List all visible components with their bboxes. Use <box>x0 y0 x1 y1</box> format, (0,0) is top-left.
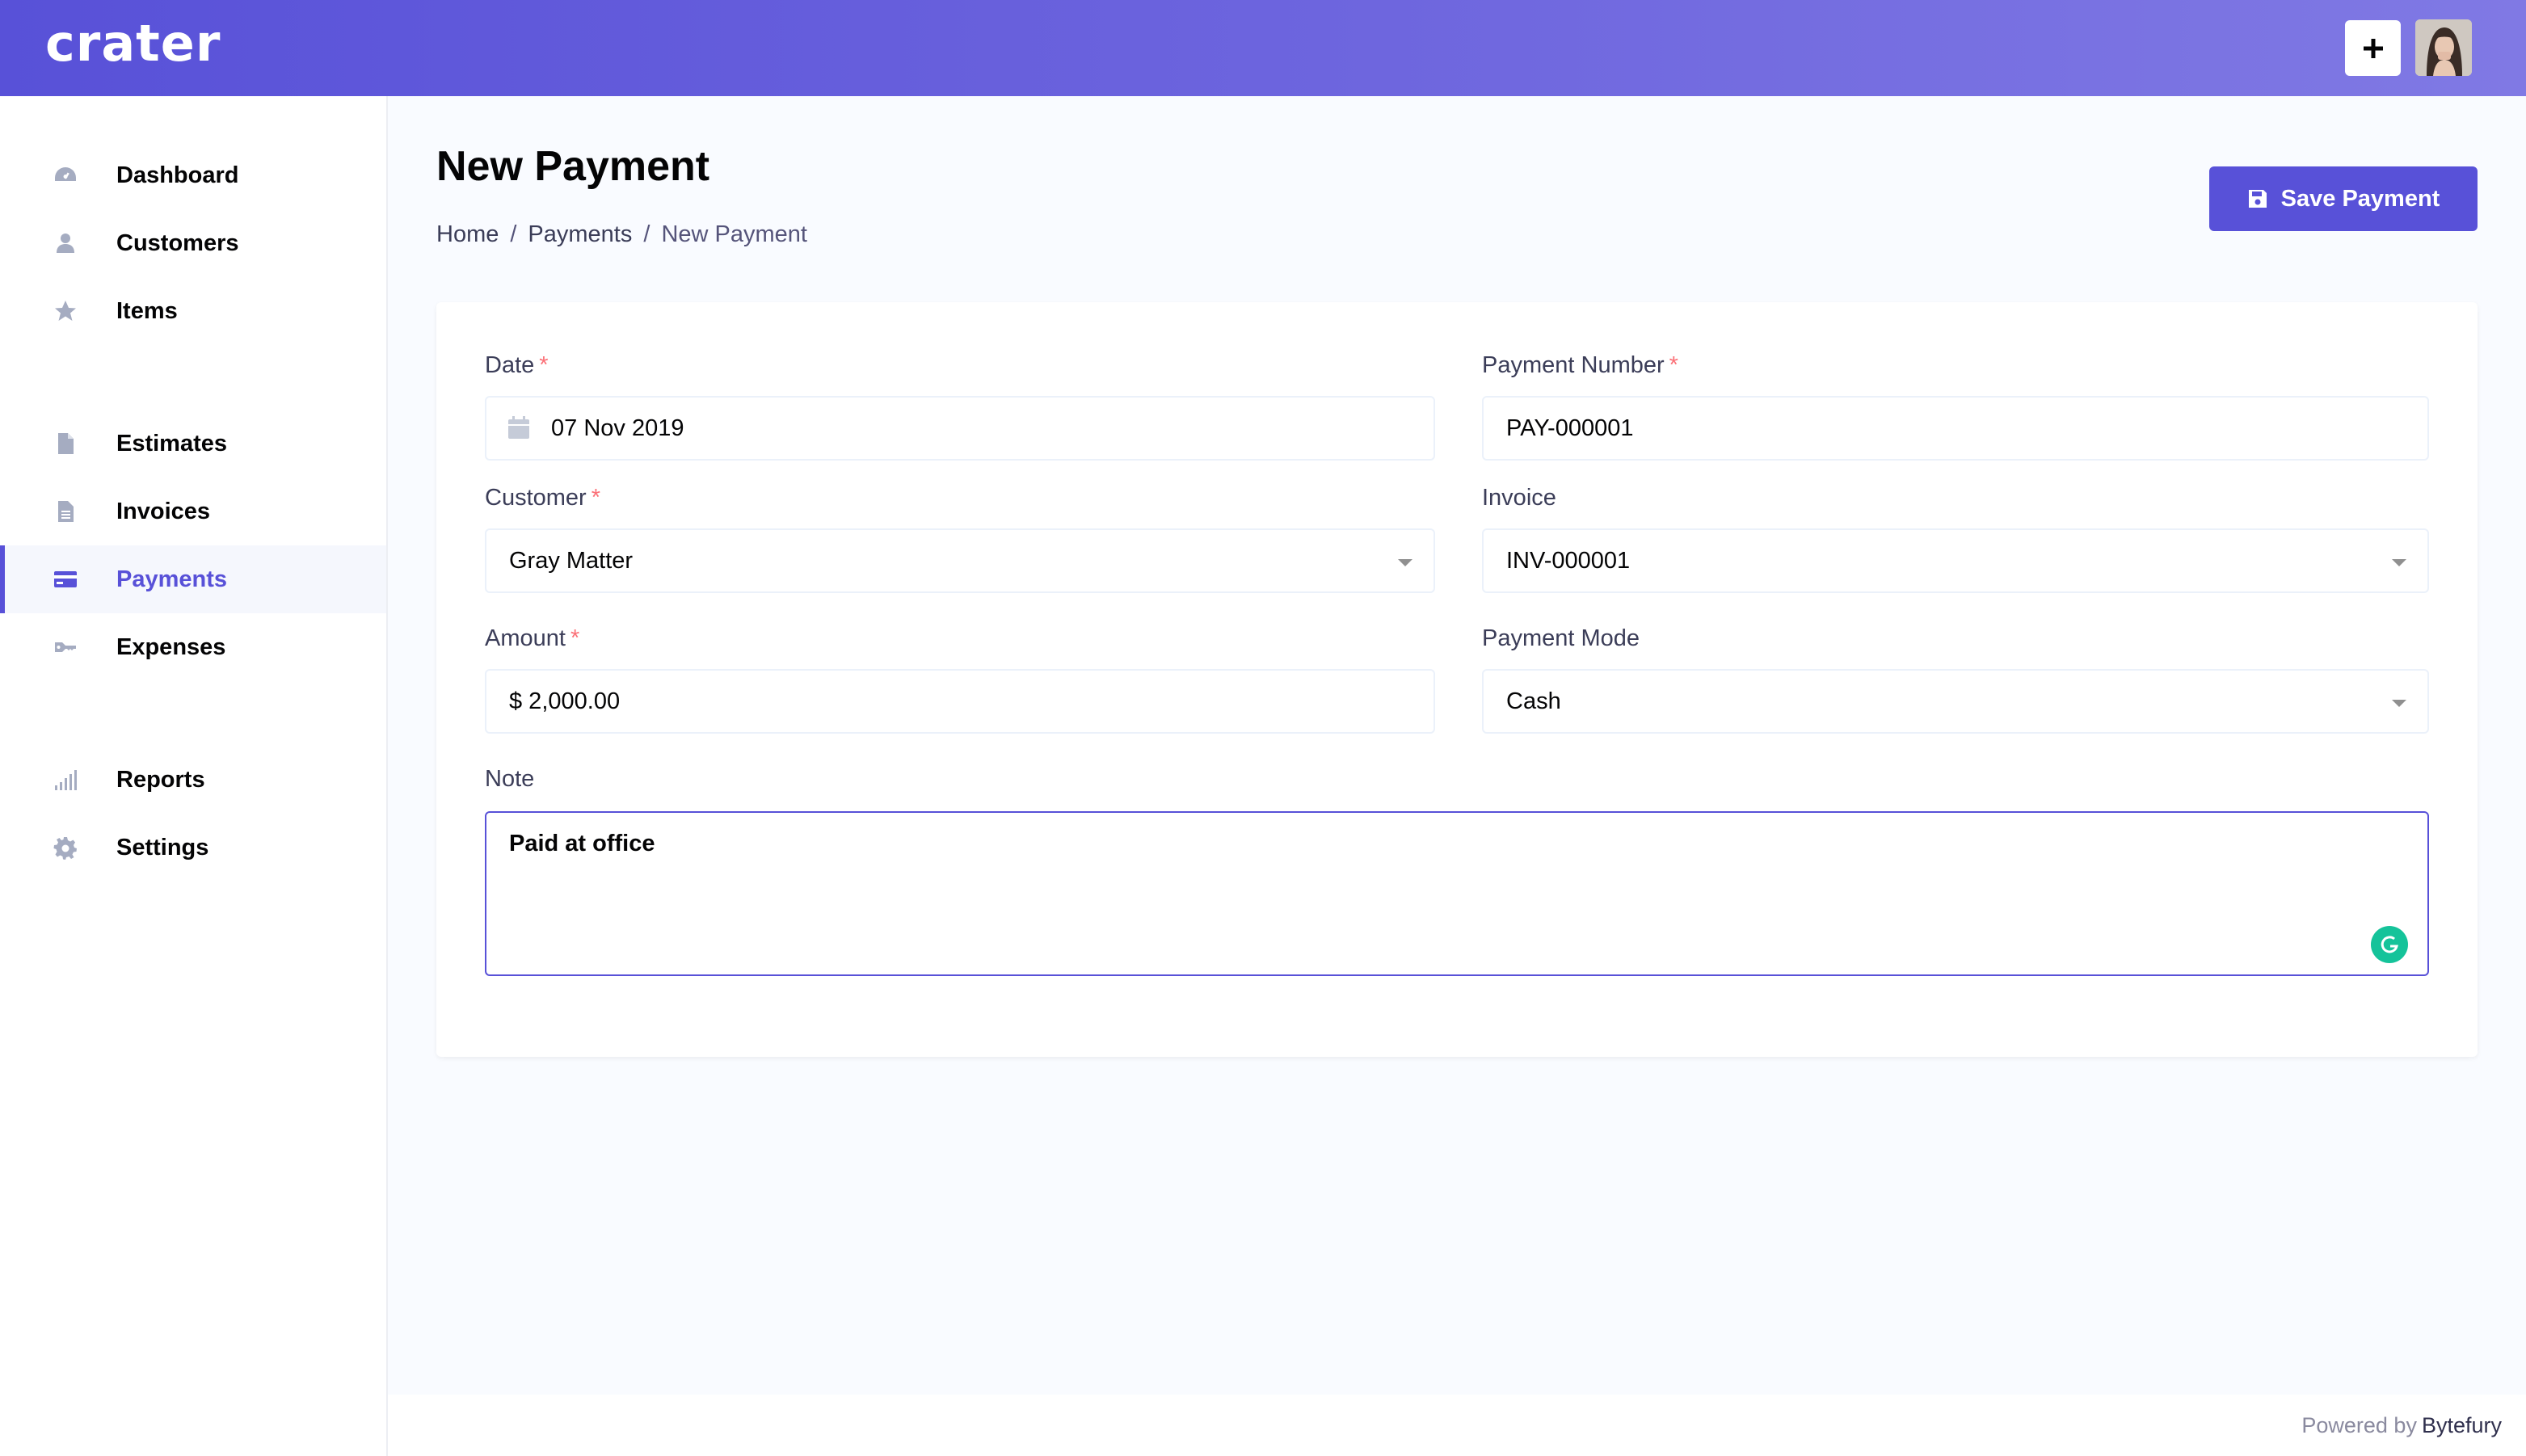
cog-icon <box>52 834 79 861</box>
invoice-label: Invoice <box>1482 485 1556 511</box>
payment-mode-select[interactable]: Cash <box>1482 669 2429 734</box>
sidebar-item-label: Estimates <box>116 430 228 457</box>
save-payment-button[interactable]: Save Payment <box>2209 166 2478 231</box>
payment-number-value: PAY-000001 <box>1506 414 1634 441</box>
note-label: Note <box>485 766 535 792</box>
customer-select[interactable]: Gray Matter <box>485 528 1435 593</box>
sidebar-item-label: Expenses <box>116 633 226 660</box>
grammarly-icon[interactable] <box>2371 926 2408 963</box>
user-avatar[interactable] <box>2415 19 2472 76</box>
save-icon <box>2248 190 2267 208</box>
breadcrumb-payments-link[interactable]: Payments <box>528 221 632 248</box>
date-value: 07 Nov 2019 <box>551 414 684 441</box>
breadcrumb: Home / Payments / New Payment <box>436 221 807 248</box>
required-marker: * <box>1669 352 1678 378</box>
amount-value: $ 2,000.00 <box>509 688 621 714</box>
sidebar-item-payments[interactable]: Payments <box>0 545 386 613</box>
sidebar-item-dashboard[interactable]: Dashboard <box>0 141 386 209</box>
save-button-label: Save Payment <box>2280 185 2440 212</box>
payment-number-label-text: Payment Number <box>1482 352 1665 378</box>
sidebar-item-label: Settings <box>116 834 209 861</box>
note-value: Paid at office <box>509 831 655 856</box>
date-field[interactable]: 07 Nov 2019 <box>485 396 1435 461</box>
sidebar-item-label: Reports <box>116 766 205 793</box>
crater-logo[interactable]: crater <box>45 16 221 71</box>
amount-field[interactable]: $ 2,000.00 <box>485 669 1435 734</box>
user-icon <box>52 229 79 257</box>
footer-brand-link[interactable]: Bytefury <box>2422 1413 2502 1438</box>
sidebar-item-customers[interactable]: Customers <box>0 209 386 277</box>
sidebar-item-label: Items <box>116 297 178 324</box>
sidebar-item-estimates[interactable]: Estimates <box>0 410 386 478</box>
required-marker: * <box>591 485 600 511</box>
star-icon <box>52 297 79 325</box>
chevron-down-icon <box>1398 559 1412 566</box>
signal-icon <box>52 766 79 793</box>
amount-label: Amount * <box>485 625 579 652</box>
invoice-value: INV-000001 <box>1506 547 1631 574</box>
payment-number-label: Payment Number * <box>1482 352 1678 379</box>
chevron-down-icon <box>2392 559 2406 566</box>
sidebar-item-label: Customers <box>116 229 239 256</box>
payment-mode-value: Cash <box>1506 688 1561 714</box>
date-label-text: Date <box>485 352 535 378</box>
breadcrumb-current: New Payment <box>661 221 807 247</box>
avatar-image <box>2415 19 2472 76</box>
top-header: crater <box>0 0 2526 96</box>
credit-card-icon <box>52 566 79 593</box>
amount-label-text: Amount <box>485 625 566 651</box>
required-marker: * <box>570 625 580 651</box>
key-icon <box>52 633 79 661</box>
calendar-icon <box>507 415 530 440</box>
sidebar-item-expenses[interactable]: Expenses <box>0 613 386 681</box>
required-marker: * <box>539 352 549 378</box>
date-label: Date * <box>485 352 549 379</box>
invoice-select[interactable]: INV-000001 <box>1482 528 2429 593</box>
customer-value: Gray Matter <box>509 547 634 574</box>
sidebar-item-label: Invoices <box>116 498 211 524</box>
payment-mode-label: Payment Mode <box>1482 625 1640 651</box>
sidebar-item-label: Payments <box>116 566 228 592</box>
payment-form-card: Date * 07 Nov 2019 Payment Number * PAY-00… <box>436 302 2478 1057</box>
sidebar-item-items[interactable]: Items <box>0 277 386 345</box>
breadcrumb-separator: / <box>510 221 517 247</box>
chevron-down-icon <box>2392 700 2406 707</box>
payment-number-field[interactable]: PAY-000001 <box>1482 396 2429 461</box>
sidebar-item-settings[interactable]: Settings <box>0 814 386 882</box>
customer-label-text: Customer <box>485 485 587 511</box>
footer: Powered by Bytefury <box>388 1395 2526 1456</box>
add-new-button[interactable] <box>2345 20 2401 76</box>
sidebar-item-label: Dashboard <box>116 162 239 188</box>
sidebar-item-invoices[interactable]: Invoices <box>0 478 386 545</box>
sidebar-item-reports[interactable]: Reports <box>0 746 386 814</box>
customer-label: Customer * <box>485 485 600 511</box>
sidebar: Dashboard Customers Items Estimates Invo… <box>0 96 388 1456</box>
document-icon <box>52 430 79 457</box>
plus-icon <box>2363 38 2383 58</box>
note-textarea[interactable]: Paid at office <box>485 811 2429 976</box>
file-text-icon <box>52 498 79 525</box>
breadcrumb-separator: / <box>643 221 650 247</box>
page-title: New Payment <box>436 143 710 190</box>
breadcrumb-home-link[interactable]: Home <box>436 221 499 248</box>
dashboard-icon <box>52 162 79 189</box>
footer-prefix: Powered by <box>2301 1412 2417 1437</box>
